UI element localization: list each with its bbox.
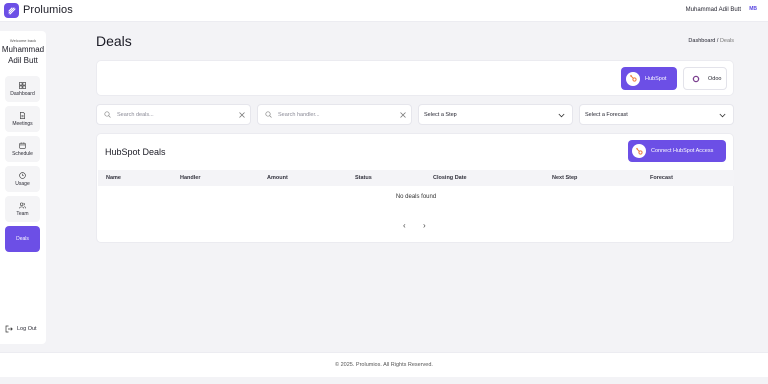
forecast-select[interactable]: Select a Forecast [579, 104, 734, 125]
hubspot-icon [632, 144, 646, 158]
document-icon [20, 111, 25, 119]
sidebar: Welcome back Muhammad Adil Butt Dashboar… [0, 31, 46, 344]
hubspot-icon [626, 71, 640, 86]
page-title: Deals [96, 33, 132, 49]
avatar[interactable]: MB [749, 6, 757, 12]
table-header: Name Handler Amount Status Closing Date … [98, 170, 734, 186]
footer: © 2025. Prolumios. All Rights Reserved. [0, 352, 768, 377]
column-header-amount[interactable]: Amount [267, 175, 288, 181]
user-name[interactable]: Muhammad Adil Butt [686, 7, 741, 13]
column-header-name[interactable]: Name [106, 175, 121, 181]
breadcrumb-dashboard[interactable]: Dashboard [688, 38, 715, 44]
odoo-label: Odoo [708, 75, 722, 82]
column-header-handler[interactable]: Handler [180, 175, 200, 181]
search-handler-field[interactable]: Search handler... [257, 104, 412, 125]
connect-hubspot-button[interactable]: Connect HubSpot Access [628, 140, 726, 162]
sidebar-user-first: Muhammad [1, 45, 45, 54]
clock-icon [19, 171, 26, 179]
odoo-icon [689, 71, 703, 86]
brand-name: Prolumios [23, 4, 73, 16]
search-deals-field[interactable]: Search deals... [96, 104, 251, 125]
sidebar-item-schedule[interactable]: Schedule [5, 136, 40, 162]
column-header-next-step[interactable]: Next Step [552, 175, 577, 181]
empty-state: No deals found [395, 194, 437, 200]
logo-icon[interactable] [4, 3, 19, 18]
crm-selector-card: HubSpot Odoo [96, 60, 734, 96]
sidebar-item-team[interactable]: Team [5, 196, 40, 222]
deals-table-card: HubSpot Deals Connect HubSpot Access Nam… [96, 133, 734, 243]
breadcrumb: Dashboard / Deals [688, 38, 734, 44]
sidebar-item-label: Dashboard [10, 90, 35, 97]
welcome-text: Welcome back [9, 38, 37, 43]
calendar-icon [19, 141, 26, 149]
sidebar-item-deals[interactable]: Deals [5, 226, 40, 252]
prev-page-button[interactable]: ‹ [403, 221, 406, 230]
sidebar-item-dashboard[interactable]: Dashboard [5, 76, 40, 102]
sidebar-item-label: Usage [15, 180, 30, 187]
breadcrumb-separator: / [716, 38, 719, 44]
table-title: HubSpot Deals [105, 147, 166, 157]
search-icon [104, 111, 111, 118]
logout-icon [5, 325, 13, 333]
search-deals-input[interactable]: Search deals... [117, 112, 154, 118]
copyright-text: © 2025. Prolumios. All Rights Reserved. [335, 362, 433, 368]
breadcrumb-current: Deals [719, 38, 734, 44]
users-icon [19, 202, 26, 208]
sidebar-item-meetings[interactable]: Meetings [5, 106, 40, 132]
grid-icon [19, 81, 26, 89]
logout-label: Log Out [17, 326, 37, 332]
sidebar-item-label: Meetings [12, 120, 33, 127]
search-handler-input[interactable]: Search handler... [278, 112, 320, 118]
column-header-closing-date[interactable]: Closing Date [433, 175, 467, 181]
column-header-forecast[interactable]: Forecast [650, 175, 673, 181]
sidebar-user-last: Adil Butt [8, 56, 38, 65]
clear-icon[interactable] [400, 112, 406, 118]
search-icon [265, 111, 272, 118]
sidebar-item-label: Team [16, 210, 29, 217]
logout-button[interactable]: Log Out [5, 325, 37, 333]
sidebar-item-label: Deals [16, 236, 29, 242]
sidebar-item-usage[interactable]: Usage [5, 166, 40, 192]
forecast-select-value: Select a Forecast [585, 111, 628, 118]
top-bar: Prolumios Muhammad Adil Butt MB [0, 0, 768, 22]
chevron-down-icon [719, 113, 726, 118]
sidebar-user-name: Muhammad Adil Butt [0, 44, 46, 66]
connect-hubspot-label: Connect HubSpot Access [651, 148, 714, 154]
chevron-down-icon [558, 113, 565, 118]
step-select-value: Select a Step [424, 111, 457, 118]
odoo-button[interactable]: Odoo [683, 67, 727, 90]
hubspot-button[interactable]: HubSpot [621, 67, 677, 90]
clear-icon[interactable] [239, 112, 245, 118]
step-select[interactable]: Select a Step [418, 104, 573, 125]
next-page-button[interactable]: › [423, 221, 426, 230]
column-header-status[interactable]: Status [355, 175, 372, 181]
sidebar-item-label: Schedule [12, 150, 33, 157]
hubspot-label: HubSpot [645, 75, 667, 82]
